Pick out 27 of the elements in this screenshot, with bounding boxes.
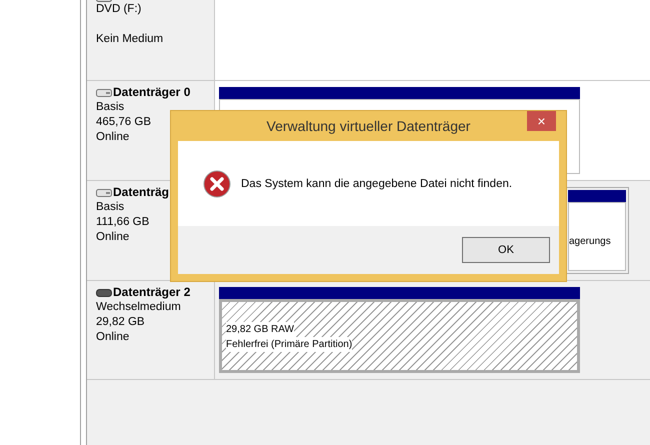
disk-name: Datenträg [113, 185, 170, 200]
disk-detail: Basis [96, 200, 126, 215]
disk-detail: 111,66 GB [96, 215, 150, 230]
disk-detail: Basis [96, 100, 126, 115]
partition-bar [568, 190, 626, 202]
dialog-title: Verwaltung virtueller Datenträger [266, 118, 470, 134]
partition-box[interactable]: 29,82 GB RAW Fehlerfrei (Primäre Partition) [219, 299, 580, 373]
hard-drive-icon [96, 188, 112, 196]
partition-label: Fehlerfrei (Primäre Partition) [226, 337, 352, 352]
disk-name: Datenträger 0 [113, 85, 190, 100]
ok-button[interactable]: OK [462, 237, 550, 263]
removable-drive-icon [96, 288, 112, 296]
hard-drive-icon [96, 88, 112, 96]
disk-detail: Online [96, 330, 130, 345]
disk-name: Datenträger 2 [113, 285, 190, 300]
disk-detail: 29,82 GB [96, 315, 146, 330]
disk-detail: DVD (F:) [96, 2, 142, 17]
disk-detail: Online [96, 130, 130, 145]
disk-detail: Online [96, 230, 130, 245]
disk-detail: Wechselmedium [96, 300, 182, 315]
disk-detail: 465,76 GB [96, 115, 152, 130]
close-button[interactable]: × [527, 111, 556, 131]
partition-label: 29,82 GB RAW [226, 322, 294, 337]
error-icon [203, 170, 231, 198]
disk-detail: Kein Medium [96, 32, 164, 47]
error-message: Das System kann die angegebene Datei nicht finden. [241, 178, 512, 190]
partition-box[interactable]: agerungs [568, 202, 626, 271]
